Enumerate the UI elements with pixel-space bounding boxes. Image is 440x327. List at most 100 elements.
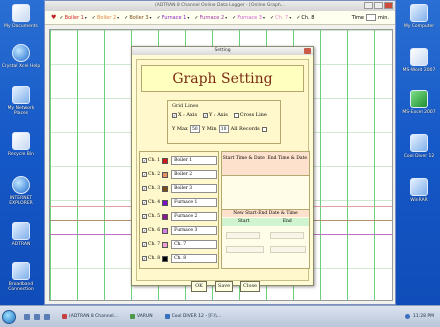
x-axis-checkbox[interactable]: ✓ X : Axis	[172, 112, 197, 118]
all-records-checkbox[interactable]	[261, 126, 267, 132]
desktop: My Documents Crystal Xcel Help My Networ…	[0, 0, 440, 327]
channel-row: ✓ Ch. 7 Ch. 7	[142, 240, 218, 249]
window-title: (ADTRAN 8 Channel Online Data Logger - […	[155, 3, 285, 8]
network-icon[interactable]	[405, 314, 410, 319]
color-swatch[interactable]	[162, 255, 169, 262]
channel-name-input[interactable]: Furnace 2	[171, 212, 218, 221]
dropdown-arrow-icon: ▾	[187, 15, 190, 20]
cross-line-checkbox[interactable]: Cross Line	[233, 112, 267, 118]
legend-item[interactable]: ✓ Boiler 2 ▾	[92, 15, 119, 21]
y-min-input[interactable]: 10	[218, 125, 229, 133]
window-title-bar[interactable]: (ADTRAN 8 Channel Online Data Logger - […	[45, 1, 395, 11]
channel-name-input[interactable]: Furnace 3	[171, 226, 218, 235]
winrar-icon[interactable]: WinRAR	[398, 178, 440, 203]
channel-checkbox[interactable]: ✓	[142, 242, 147, 247]
dropdown-arrow-icon: ▾	[262, 15, 265, 20]
minimize-icon[interactable]	[364, 2, 373, 9]
color-swatch[interactable]	[162, 171, 169, 178]
taskbar-item[interactable]: (ADTRAN 8 Channel...	[58, 311, 122, 323]
crystal-xcel-help-icon[interactable]: Crystal Xcel Help	[0, 44, 42, 69]
legend-item[interactable]: ✓ Boiler 1 ▾	[59, 15, 86, 21]
legend-item[interactable]: ✓ Furnace 3 ▾	[232, 15, 265, 21]
grid-lines-group: Grid Lines ✓ X : Axis ✓ Y : Axis Cross Lin…	[167, 100, 281, 144]
end-date-input[interactable]	[270, 232, 304, 239]
cool-diver-icon[interactable]: Cool Diver 12	[398, 134, 440, 159]
broadband-connection-icon[interactable]: Broadband Connection	[0, 262, 42, 292]
channel-name-input[interactable]: Ch. 8	[171, 254, 218, 263]
maximize-icon[interactable]	[374, 2, 383, 9]
color-swatch[interactable]	[162, 227, 169, 234]
explorer-icon[interactable]	[34, 313, 40, 320]
channel-name-input[interactable]: Ch. 7	[171, 240, 218, 249]
system-tray: 11:28 PM	[405, 314, 440, 319]
start-end-header: Start End	[222, 218, 309, 226]
y-max-input[interactable]: 50	[189, 125, 200, 133]
graph-setting-dialog: Setting Graph Setting Grid Lines ✓ X : Ax…	[131, 46, 314, 292]
adtran-icon[interactable]: ADTRAN	[0, 222, 42, 247]
right-desktop-icons: My Computer MS-Word 2007 MS-Excel 2007 C…	[398, 0, 440, 305]
dialog-body: Graph Setting Grid Lines ✓ X : Axis ✓ Y : …	[136, 59, 310, 292]
end-time-input[interactable]	[270, 246, 306, 253]
channel-name-input[interactable]: Boiler 1	[171, 156, 218, 165]
time-input[interactable]	[365, 14, 376, 21]
legend-item[interactable]: ✓ Furnace 2 ▾	[194, 15, 227, 21]
color-swatch[interactable]	[162, 213, 169, 220]
ok-button[interactable]: OK	[191, 281, 207, 292]
channel-checkbox[interactable]: ✓	[142, 186, 147, 191]
my-computer-icon[interactable]: My Computer	[398, 4, 440, 29]
show-desktop-icon[interactable]	[24, 313, 30, 320]
color-swatch[interactable]	[162, 185, 169, 192]
channel-name-input[interactable]: Furnace 1	[171, 198, 218, 207]
start-button[interactable]	[2, 309, 16, 324]
dropdown-arrow-icon: ▾	[289, 15, 292, 20]
channel-row: ✓ Ch. 3 Boiler 3	[142, 184, 218, 193]
channel-checkbox[interactable]: ✓	[142, 172, 147, 177]
channel-checkbox[interactable]: ✓	[142, 228, 147, 233]
taskbar: (ADTRAN 8 Channel... VARUN Cool DIVER 12…	[0, 305, 440, 327]
y-axis-checkbox[interactable]: ✓ Y : Axis	[203, 112, 228, 118]
legend-item[interactable]: ✓ Furnace 1 ▾	[157, 15, 190, 21]
browser-icon[interactable]	[44, 313, 50, 320]
channel-checkbox[interactable]: ✓	[142, 256, 147, 261]
channel-row: ✓ Ch. 2 Boiler 2	[142, 170, 218, 179]
heart-icon	[62, 314, 67, 319]
channel-checkbox[interactable]: ✓	[142, 158, 147, 163]
time-range-header: Start Time & Date End Time & Date	[222, 152, 309, 176]
clock[interactable]: 11:28 PM	[413, 314, 434, 319]
dropdown-arrow-icon: ▾	[84, 15, 87, 20]
color-swatch[interactable]	[162, 199, 169, 206]
taskbar-item[interactable]: Cool DIVER 12 - [F:\\...	[161, 311, 226, 323]
legend-item[interactable]: ✓ Ch. 7 ▾	[270, 15, 291, 21]
time-range-panel: Start Time & Date End Time & Date New St…	[221, 151, 310, 269]
channel-panel: ✓ Ch. 1 Boiler 1 ✓ Ch. 2 Boiler 2 ✓ Ch. 3 Boil…	[139, 151, 219, 269]
close-icon[interactable]	[304, 48, 311, 54]
channel-row: ✓ Ch. 5 Furnace 2	[142, 212, 218, 221]
channel-row: ✓ Ch. 6 Furnace 3	[142, 226, 218, 235]
channel-row: ✓ Ch. 4 Furnace 1	[142, 198, 218, 207]
channel-checkbox[interactable]: ✓	[142, 200, 147, 205]
save-button[interactable]: Save	[215, 281, 233, 292]
legend-item[interactable]: ✓ Ch. 8	[296, 15, 314, 21]
window-controls	[364, 2, 393, 9]
channel-name-input[interactable]: Boiler 3	[171, 184, 218, 193]
internet-explorer-icon[interactable]: INTERNET EXPLORER	[0, 176, 42, 206]
color-swatch[interactable]	[162, 241, 169, 248]
recycle-bin-icon[interactable]: Recycle Bin	[0, 132, 42, 157]
ms-excel-icon[interactable]: MS-Excel 2007	[398, 90, 440, 115]
start-date-input[interactable]	[226, 232, 260, 239]
close-button[interactable]: Close	[240, 281, 260, 292]
my-network-places-icon[interactable]: My Network Places	[0, 86, 42, 116]
start-time-input[interactable]	[226, 246, 264, 253]
channel-name-input[interactable]: Boiler 2	[171, 170, 218, 179]
channel-checkbox[interactable]: ✓	[142, 214, 147, 219]
color-swatch[interactable]	[162, 157, 169, 164]
ms-word-icon[interactable]: MS-Word 2007	[398, 48, 440, 73]
taskbar-item[interactable]: VARUN	[126, 311, 157, 323]
close-icon[interactable]	[384, 2, 393, 9]
app-icon	[164, 314, 170, 319]
dropdown-arrow-icon: ▾	[117, 15, 120, 20]
dialog-title-bar[interactable]: Setting	[132, 47, 313, 55]
folder-icon	[129, 314, 135, 319]
legend-item[interactable]: ✓ Boiler 3 ▾	[124, 15, 151, 21]
my-documents-icon[interactable]: My Documents	[0, 4, 42, 29]
